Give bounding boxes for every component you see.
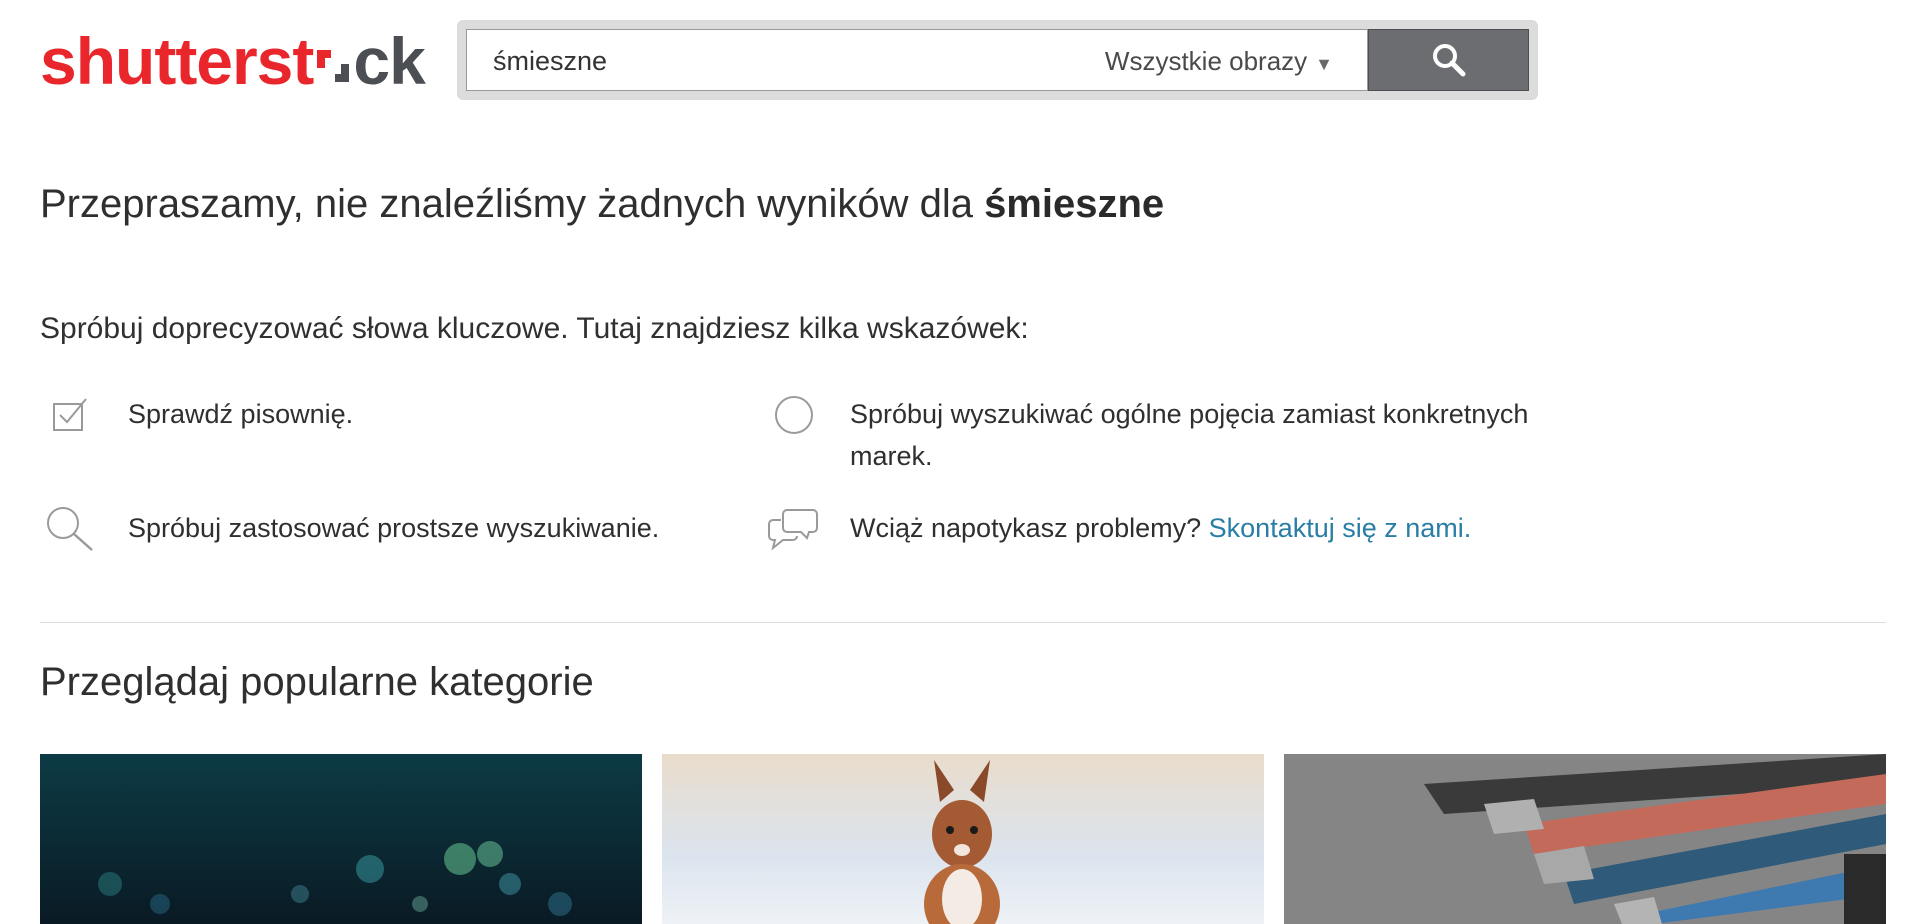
tip-contact-text: Wciąż napotykasz problemy? — [850, 513, 1209, 543]
chat-bubbles-icon — [768, 509, 818, 550]
no-results-headline: Przepraszamy, nie znaleźliśmy żadnych wy… — [40, 182, 1164, 227]
headline-search-term: śmieszne — [984, 182, 1165, 226]
category-card-art[interactable] — [1284, 754, 1886, 924]
shutterstock-logo[interactable]: shutterst ck — [40, 28, 426, 94]
logo-text-gray: ck — [353, 24, 425, 98]
search-input[interactable]: śmieszne Wszystkie obrazy ▼ — [466, 29, 1368, 91]
popular-categories-heading: Przeglądaj popularne kategorie — [40, 660, 594, 704]
search-scope-dropdown[interactable]: Wszystkie obrazy ▼ — [1105, 46, 1333, 77]
search-results-page: shutterst ck śmieszne Wszystkie obrazy ▼ P… — [0, 0, 1924, 924]
checkbox-icon — [53, 398, 87, 431]
category-card-animals[interactable] — [662, 754, 1264, 924]
category-image-paint-brushes — [1284, 754, 1886, 924]
category-card-night-city[interactable] — [40, 754, 642, 924]
tips-intro: Spróbuj doprecyzować słowa kluczowe. Tut… — [40, 312, 1029, 345]
logo-text-red: shutterst — [40, 24, 314, 98]
search-bar: śmieszne Wszystkie obrazy ▼ — [457, 20, 1538, 100]
tip-simpler-search: Spróbuj zastosować prostsze wyszukiwanie… — [128, 513, 660, 543]
dropdown-caret-icon: ▼ — [1315, 54, 1333, 74]
search-button[interactable] — [1368, 29, 1529, 91]
tip-general-terms: Spróbuj wyszukiwać ogólne pojęcia zamias… — [850, 399, 1529, 471]
logo-o-glyph — [313, 24, 353, 98]
magnifier-icon — [47, 507, 93, 551]
section-divider — [40, 622, 1886, 623]
circle-icon — [775, 396, 813, 434]
category-image-night-bokeh — [40, 754, 642, 924]
search-icon — [1432, 44, 1465, 77]
tip-spelling: Sprawdź pisownię. — [128, 399, 354, 429]
category-image-squirrel — [662, 754, 1264, 924]
headline-text: Przepraszamy, nie znaleźliśmy żadnych wy… — [40, 182, 985, 226]
tip-contact: Wciąż napotykasz problemy? Skontaktuj si… — [850, 507, 1471, 549]
search-scope-label: Wszystkie obrazy — [1104, 46, 1308, 76]
search-input-value: śmieszne — [493, 46, 608, 76]
contact-us-link[interactable]: Skontaktuj się z nami. — [1209, 513, 1472, 543]
logo-o-icon — [317, 50, 350, 82]
